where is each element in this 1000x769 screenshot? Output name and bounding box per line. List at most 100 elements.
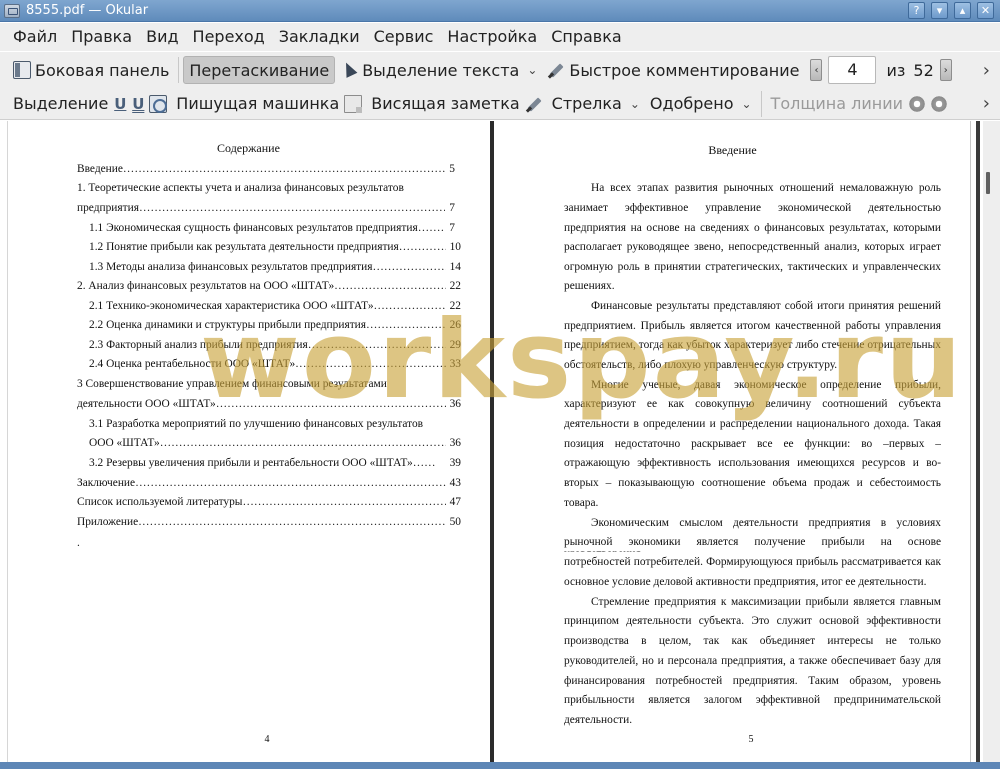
text-line: предприятия на основе на сведениях о фин…	[564, 222, 941, 234]
double-underline-icon[interactable]: U	[131, 95, 145, 113]
text-line: предприятием. Прибыль является итогом ка…	[564, 320, 941, 332]
text-line: решениях.	[564, 280, 615, 292]
menu-help[interactable]: Справка	[544, 25, 629, 49]
underline-icon[interactable]: U	[113, 95, 127, 113]
toc-row[interactable]: Заключение…………………………………………………………………………………	[77, 477, 461, 489]
page-number-input[interactable]: 4	[828, 56, 877, 84]
page-edge-bar	[976, 121, 980, 762]
menu-file[interactable]: Файл	[6, 25, 64, 49]
toc-row[interactable]: деятельности ООО «ШТАТ»………………………………………………	[77, 398, 461, 410]
selection-tool-button[interactable]: Выделение	[8, 90, 113, 118]
annotation-toolbar: Выделение U U Пишущая машинка Висящая за…	[0, 88, 1000, 120]
toc-row[interactable]: Список используемой литературы……………………………	[77, 496, 461, 508]
toc-title: Содержание	[217, 141, 280, 155]
window-titlebar[interactable]: 8555.pdf — Okular ? ▾ ▴ ✕	[0, 0, 1000, 22]
menu-tools[interactable]: Сервис	[367, 25, 441, 49]
text-line: отражающую эффективность использования и…	[564, 457, 941, 469]
main-toolbar: Боковая панель Перетаскивание Выделение …	[0, 52, 1000, 88]
next-page-button[interactable]: ›	[939, 59, 952, 81]
opacity-icon[interactable]	[930, 94, 949, 113]
inline-note-label: Висящая заметка	[371, 94, 520, 113]
menu-settings[interactable]: Настройка	[440, 25, 544, 49]
sidebar-label: Боковая панель	[35, 60, 170, 80]
toolbar-overflow-chevron-icon[interactable]: ›	[983, 93, 990, 114]
chevron-down-icon[interactable]: ⌄	[527, 63, 537, 77]
maximize-button[interactable]: ▴	[954, 2, 971, 19]
pdf-page-5: Введение На всех этапах развития рыночны…	[495, 121, 971, 762]
toc-row[interactable]: 3.2 Резервы увеличения прибыли и рентабе…	[89, 457, 461, 469]
text-line: основное условие деловой активности пред…	[564, 576, 927, 588]
text-select-tool-button[interactable]: Выделение текста ⌄	[335, 56, 542, 84]
sidebar-icon	[13, 61, 31, 79]
close-button[interactable]: ✕	[977, 2, 994, 19]
minimize-button[interactable]: ▾	[931, 2, 948, 19]
typewriter-tool-button[interactable]: Пишущая машинка	[171, 90, 344, 118]
text-line: деятельности в определении и распределен…	[564, 418, 941, 430]
toc-row[interactable]: 2.3 Факторный анализ прибыли предприятия…	[89, 339, 461, 351]
cursor-icon	[340, 61, 358, 79]
text-line: вторых – показывающую соотношение объема…	[564, 477, 941, 489]
window-title: 8555.pdf — Okular	[26, 3, 149, 18]
pen-icon	[547, 61, 565, 79]
menu-edit[interactable]: Правка	[64, 25, 139, 49]
toc-row[interactable]: 2. Анализ финансовых результатов на ООО …	[77, 280, 461, 292]
toc-row[interactable]: 2.2 Оценка динамики и структуры прибыли …	[89, 319, 461, 331]
line-width-label: Толщина линии	[770, 94, 904, 113]
inline-note-tool-button[interactable]: Висящая заметка	[366, 90, 524, 118]
toc-row[interactable]: 2.1 Технико-экономическая характеристика…	[89, 300, 461, 312]
toc-row[interactable]: 3 Совершенствование управлением финансов…	[77, 378, 387, 390]
stamp-tool-button[interactable]: Одобрено ⌄	[645, 90, 757, 118]
toc-row[interactable]: предприятия………………………………………………………………………………	[77, 202, 455, 214]
menu-bar: Файл Правка Вид Переход Закладки Сервис …	[0, 23, 1000, 51]
toc-row[interactable]: ООО «ШТАТ»……………………………………………………………………………3…	[89, 437, 461, 449]
toc-row[interactable]: 1.1 Экономическая сущность финансовых ре…	[89, 222, 455, 234]
vertical-scrollbar[interactable]	[983, 121, 1000, 762]
browse-tool-button[interactable]: Перетаскивание	[183, 56, 336, 84]
text-line: огромную роль в принятии стратегических,…	[564, 261, 941, 273]
text-line: Экономическим смыслом деятельности предп…	[591, 517, 941, 529]
freehand-pen-icon[interactable]	[525, 95, 543, 113]
browse-label: Перетаскивание	[189, 60, 330, 80]
selection-label: Выделение	[13, 94, 109, 113]
toc-trailing-dot: .	[77, 537, 80, 549]
toc-row[interactable]: 1.2 Понятие прибыли как результата деяте…	[89, 241, 461, 253]
previous-page-button[interactable]: ‹	[810, 59, 823, 81]
menu-go[interactable]: Переход	[186, 25, 272, 49]
text-line: Стремление предприятия к максимизации пр…	[591, 596, 941, 608]
quick-annotation-button[interactable]: Быстрое комментирование	[542, 56, 804, 84]
line-width-button[interactable]: Толщина линии	[766, 90, 909, 118]
text-line: потребностей потребителей. Формирующуюся…	[564, 556, 941, 568]
chevron-down-icon[interactable]: ⌄	[630, 97, 640, 111]
strikeout-icon[interactable]	[149, 94, 168, 113]
text-line: рыночной экономики является получение пр…	[564, 536, 941, 552]
text-line: занимает эффективное управление экономич…	[564, 202, 941, 214]
text-line: товара.	[564, 497, 599, 509]
note-icon[interactable]	[344, 94, 363, 113]
menu-bookmarks[interactable]: Закладки	[272, 25, 367, 49]
toc-row[interactable]: 1.3 Методы анализа финансовых результато…	[89, 261, 461, 273]
toolbar-overflow-chevron-icon[interactable]: ›	[983, 60, 990, 81]
scrollbar-thumb[interactable]	[986, 172, 990, 194]
toc-row[interactable]: 2.4 Оценка рентабельности ООО «ШТАТ»……………	[89, 358, 461, 370]
text-line: производства в целом, так как объединяет…	[564, 635, 941, 647]
intro-title: Введение	[708, 143, 757, 157]
document-view[interactable]: Содержание Введение…………………………………………………………	[0, 121, 1000, 762]
toc-row[interactable]: Введение………………………………………………………………………………………	[77, 163, 455, 175]
menu-view[interactable]: Вид	[139, 25, 185, 49]
color-icon[interactable]	[908, 94, 927, 113]
text-line: располагает руководящее звено, непосредс…	[564, 241, 941, 253]
arrow-tool-button[interactable]: Стрелка ⌄	[547, 90, 645, 118]
text-line: финансирования потребностей предприятия.…	[564, 675, 941, 687]
toc-row[interactable]: 3.1 Разработка мероприятий по улучшению …	[89, 418, 423, 430]
page-number: 4	[264, 734, 270, 745]
text-line: Многие ученые, давая экономическое опред…	[591, 379, 941, 391]
bottom-frame-bar	[0, 762, 1000, 769]
sidebar-toggle-button[interactable]: Боковая панель	[8, 56, 174, 84]
help-button[interactable]: ?	[908, 2, 925, 19]
toc-row[interactable]: 1. Теоретические аспекты учета и анализа…	[77, 182, 404, 194]
text-line: предприятием, тогда как убыток характери…	[564, 339, 941, 351]
text-line: принципом деятельности субъекта. Это слу…	[564, 615, 941, 627]
page-total-label: 52	[913, 60, 934, 80]
toc-row[interactable]: Приложение…………………………………………………………………………………	[77, 516, 461, 528]
chevron-down-icon[interactable]: ⌄	[741, 97, 751, 111]
